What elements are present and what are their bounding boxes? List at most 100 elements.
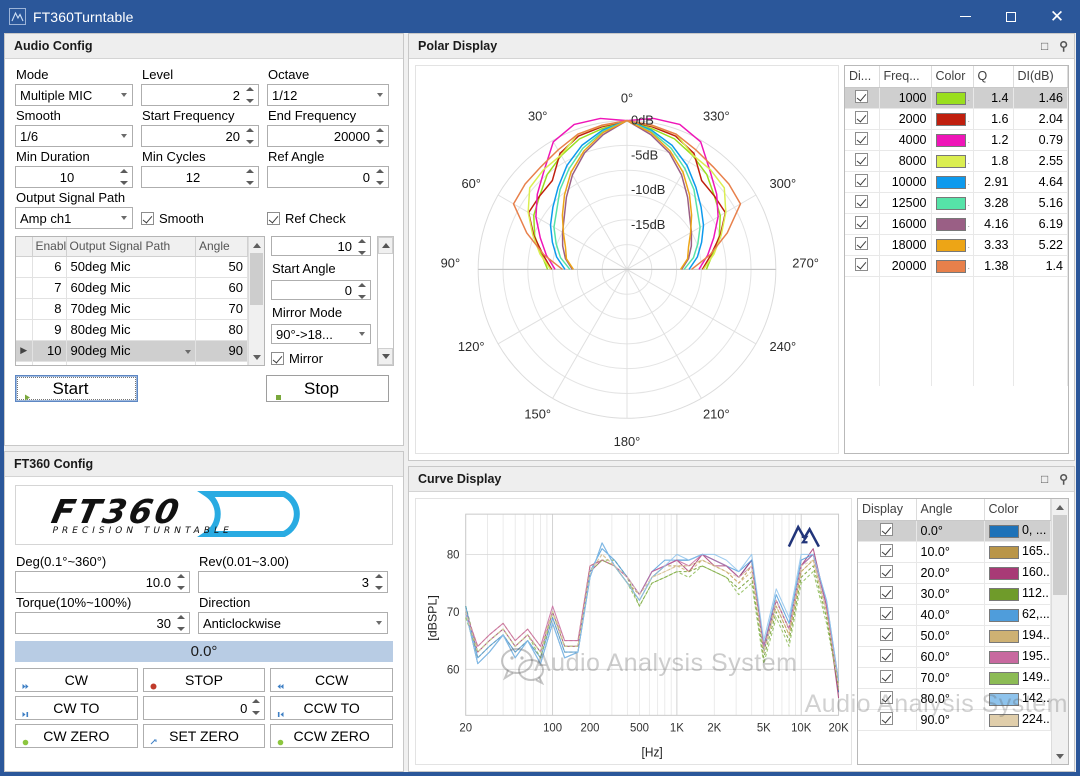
table-row[interactable]: 8 70deg Mic 70: [16, 298, 248, 319]
color-swatch[interactable]: [936, 155, 966, 168]
polar-color-cell[interactable]: .: [931, 171, 973, 192]
curve-color-cell[interactable]: 194...: [984, 625, 1051, 646]
scrollbar-thumb[interactable]: [1053, 515, 1067, 595]
display-checkbox[interactable]: [855, 90, 868, 103]
mic-table[interactable]: Enable Output Signal Path Angle 6 50deg …: [15, 236, 265, 366]
curve-col-color[interactable]: Color: [984, 499, 1051, 520]
mic-table-scrollbar[interactable]: [248, 237, 264, 365]
scroll-down-icon[interactable]: [249, 349, 264, 365]
polar-col-q[interactable]: Q: [973, 66, 1013, 87]
curve-color-cell[interactable]: 165...: [984, 541, 1051, 562]
mic-row-angle[interactable]: 50: [196, 256, 248, 277]
smooth-checkbox[interactable]: [141, 212, 154, 225]
torque-spinner[interactable]: 30: [15, 612, 190, 634]
color-swatch[interactable]: [936, 134, 966, 147]
table-row[interactable]: 18000.3.335.22: [845, 234, 1068, 255]
color-swatch[interactable]: [989, 651, 1019, 664]
scroll-down-icon[interactable]: [1052, 748, 1068, 764]
polar-color-cell[interactable]: .: [931, 192, 973, 213]
polar-color-cell[interactable]: .: [931, 255, 973, 276]
curve-display-cell[interactable]: [858, 520, 916, 541]
polar-display-cell[interactable]: [845, 171, 879, 192]
curve-color-cell[interactable]: 0, ...: [984, 520, 1051, 541]
polar-chart[interactable]: 0dB -5dB -10dB -15dB 0° 30° 60°: [415, 65, 839, 454]
spinner-arrows-icon[interactable]: [375, 574, 384, 590]
display-checkbox[interactable]: [855, 174, 868, 187]
polar-freq-cell[interactable]: 2000: [879, 108, 931, 129]
spinner-arrows-icon[interactable]: [177, 574, 186, 590]
curve-color-cell[interactable]: 160...: [984, 562, 1051, 583]
spinner-arrows-icon[interactable]: [376, 169, 385, 185]
polar-di-cell[interactable]: 4.64: [1013, 171, 1068, 192]
start-angle-spinner[interactable]: 0: [271, 280, 371, 300]
display-checkbox[interactable]: [855, 258, 868, 271]
float-window-icon[interactable]: □: [1041, 40, 1048, 52]
step-angle-spinner[interactable]: 10: [271, 236, 371, 256]
scroll-down-icon[interactable]: [378, 348, 393, 365]
frequency-response-chart[interactable]: 201002005001K2K5K10K20K 607080 [Hz] [dBS…: [415, 498, 852, 765]
polar-freq-cell[interactable]: 12500: [879, 192, 931, 213]
stop-button[interactable]: Stop: [266, 375, 389, 402]
spinner-arrows-icon[interactable]: [120, 169, 129, 185]
curve-color-cell[interactable]: 195...: [984, 646, 1051, 667]
curve-display-cell[interactable]: [858, 562, 916, 583]
color-swatch[interactable]: [989, 672, 1019, 685]
mic-row-name[interactable]: 70deg Mic: [66, 298, 196, 319]
spinner-arrows-icon[interactable]: [246, 128, 255, 144]
scrollbar-thumb[interactable]: [250, 253, 263, 305]
display-checkbox[interactable]: [855, 153, 868, 166]
polar-di-cell[interactable]: 1.4: [1013, 255, 1068, 276]
curve-angle-cell[interactable]: 10.0°: [916, 541, 984, 562]
curve-display-cell[interactable]: [858, 541, 916, 562]
display-checkbox[interactable]: [880, 586, 893, 599]
color-swatch[interactable]: [989, 630, 1019, 643]
end-frequency-spinner[interactable]: 20000: [267, 125, 389, 147]
mic-row-angle[interactable]: 80: [196, 319, 248, 340]
polar-freq-cell[interactable]: 4000: [879, 129, 931, 150]
rev-spinner[interactable]: 3: [198, 571, 388, 593]
close-button[interactable]: ✕: [1034, 0, 1080, 33]
curve-table-scrollbar[interactable]: [1051, 499, 1068, 764]
deg-spinner[interactable]: 10.0: [15, 571, 190, 593]
polar-display-cell[interactable]: [845, 108, 879, 129]
min-cycles-spinner[interactable]: 12: [141, 166, 259, 188]
output-signal-path-combobox[interactable]: Amp ch1: [15, 207, 133, 229]
polar-q-cell[interactable]: 1.6: [973, 108, 1013, 129]
curve-color-cell[interactable]: 149...: [984, 667, 1051, 688]
maximize-button[interactable]: [988, 0, 1034, 33]
curve-display-cell[interactable]: [858, 604, 916, 625]
color-swatch[interactable]: [936, 239, 966, 252]
polar-color-cell[interactable]: .: [931, 87, 973, 108]
curve-angle-cell[interactable]: 50.0°: [916, 625, 984, 646]
display-checkbox[interactable]: [880, 712, 893, 725]
curve-table-scroll-area[interactable]: Display Angle Color 0.0° 0, ...10.0° 165…: [858, 499, 1051, 764]
spinner-arrows-icon[interactable]: [376, 128, 385, 144]
table-row[interactable]: 10000.2.914.64: [845, 171, 1068, 192]
mic-col-enable[interactable]: Enable: [32, 237, 66, 256]
cw-button[interactable]: CW: [15, 668, 138, 692]
color-swatch[interactable]: [989, 609, 1019, 622]
color-swatch[interactable]: [989, 546, 1019, 559]
polar-color-cell[interactable]: .: [931, 150, 973, 171]
pin-icon[interactable]: ⚲: [1059, 473, 1068, 485]
table-row[interactable]: 60.0° 195...: [858, 646, 1051, 667]
start-frequency-spinner[interactable]: 20: [141, 125, 259, 147]
display-checkbox[interactable]: [855, 111, 868, 124]
mic-col-output-signal-path[interactable]: Output Signal Path: [66, 237, 196, 256]
table-row[interactable]: 80.0° 142...: [858, 688, 1051, 709]
polar-frequency-table[interactable]: Di... Freq... Color Q DI(dB) 1000.1.41.4…: [844, 65, 1069, 454]
mic-col-angle[interactable]: Angle: [196, 237, 248, 256]
cw-to-button[interactable]: CW TO: [15, 696, 138, 720]
color-swatch[interactable]: [936, 197, 966, 210]
ref-check-row[interactable]: Ref Check: [267, 207, 389, 229]
curve-display-cell[interactable]: [858, 646, 916, 667]
spinner-arrows-icon[interactable]: [252, 699, 261, 715]
polar-q-cell[interactable]: 1.4: [973, 87, 1013, 108]
ccw-to-button[interactable]: CCW TO: [270, 696, 393, 720]
table-row[interactable]: 7 60deg Mic 60: [16, 277, 248, 298]
scrollbar-track[interactable]: [378, 254, 393, 348]
color-swatch[interactable]: [989, 567, 1019, 580]
polar-di-cell[interactable]: 5.22: [1013, 234, 1068, 255]
polar-col-di[interactable]: DI(dB): [1013, 66, 1068, 87]
table-row[interactable]: ▶ 10 90deg Mic 90: [16, 340, 248, 361]
